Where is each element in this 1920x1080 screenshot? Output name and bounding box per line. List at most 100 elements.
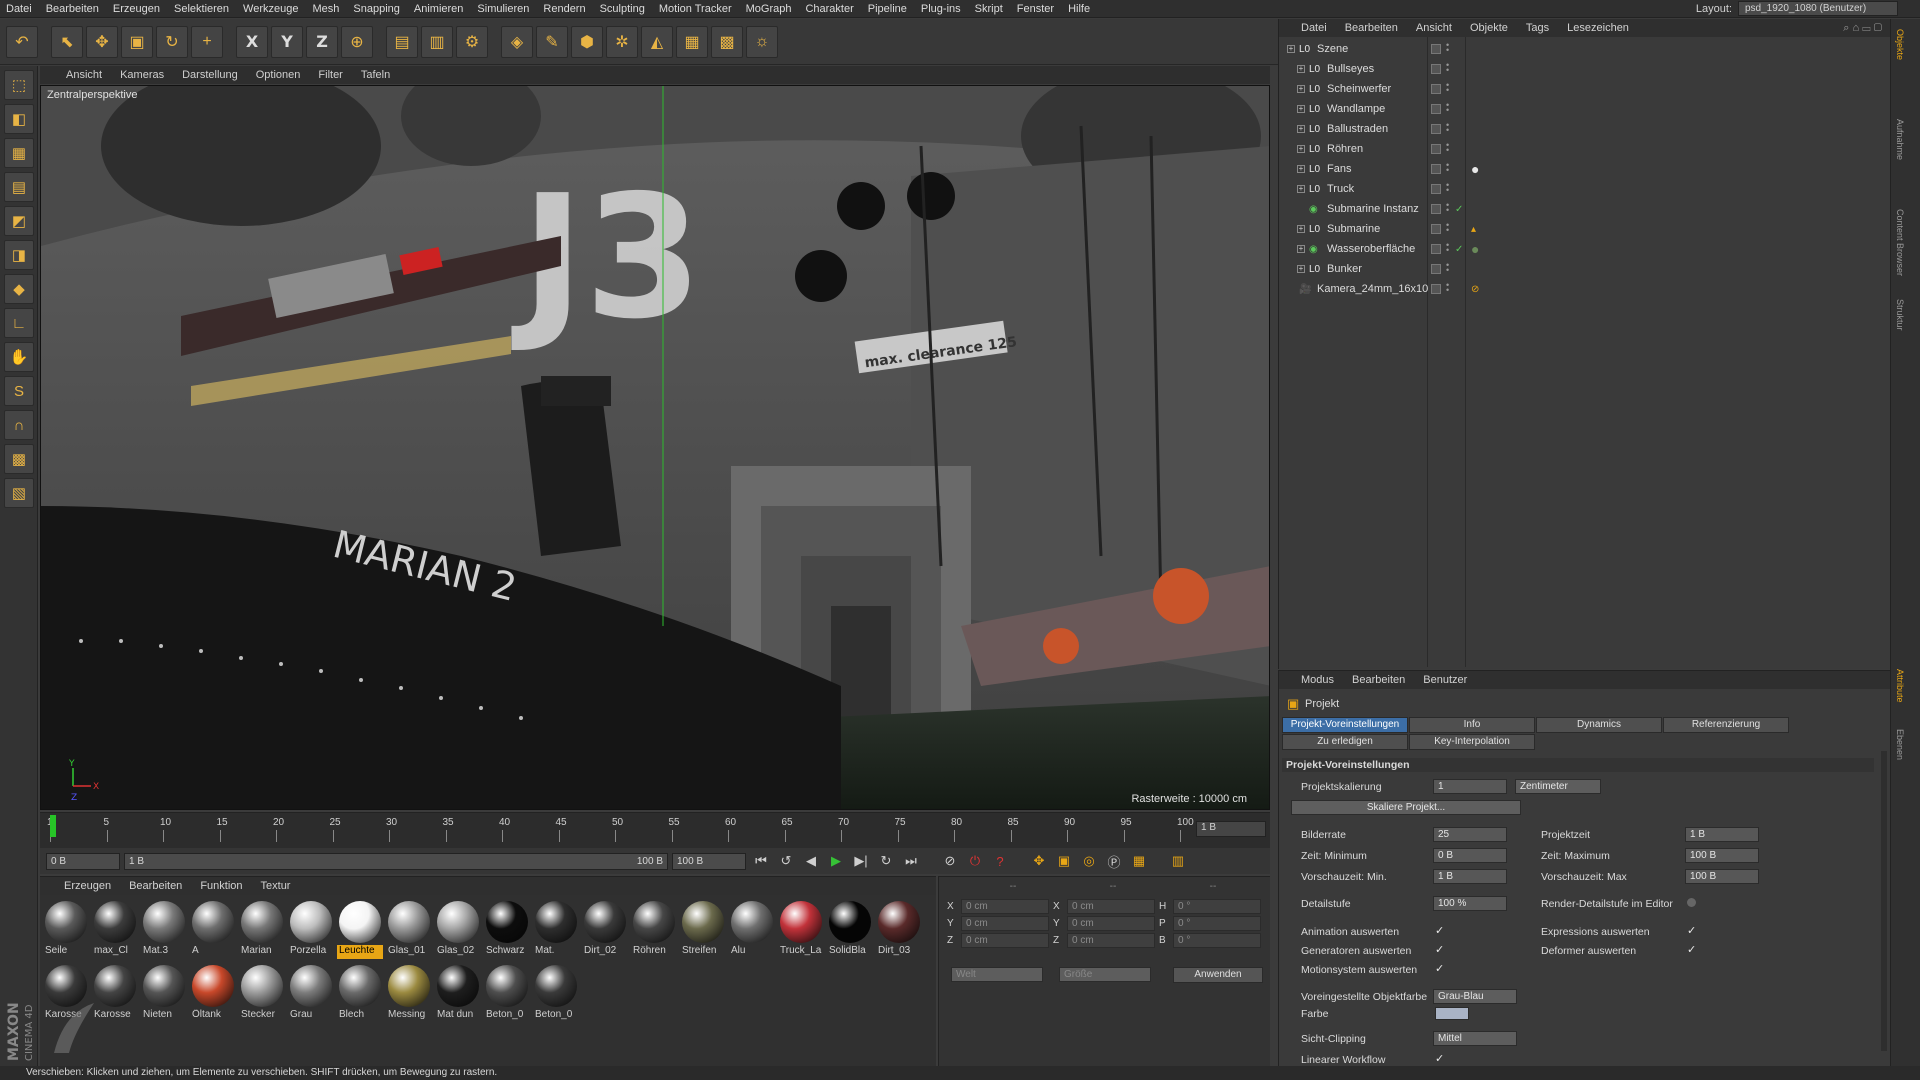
edges-mode-icon[interactable]: ◨	[4, 240, 34, 270]
key-scale-icon[interactable]: ▣	[1053, 851, 1075, 871]
objektfarbe-dropdown[interactable]: Grau-Blau	[1433, 989, 1517, 1004]
viewport-menu-filter[interactable]: Filter	[318, 69, 342, 81]
tweak-icon[interactable]: ✋	[4, 342, 34, 372]
auto-keying-icon[interactable]: ⏻	[964, 851, 986, 871]
menu-item-skript[interactable]: Skript	[975, 3, 1003, 15]
unit-dropdown[interactable]: Zentimeter	[1515, 779, 1601, 794]
object-row[interactable]: + L0 Szene • •	[1279, 39, 1891, 59]
timeline-layout-icon[interactable]: ▥	[1167, 851, 1189, 871]
material-item[interactable]: Nieten	[140, 963, 188, 1027]
visibility-dots-icon[interactable]: • •	[1446, 41, 1449, 55]
apply-button[interactable]: Anwenden	[1173, 967, 1263, 983]
expand-toggle-icon[interactable]: +	[1297, 165, 1305, 173]
polygons-mode-icon[interactable]: ◆	[4, 274, 34, 304]
prev-key-icon[interactable]: ↺	[775, 851, 797, 871]
object-row[interactable]: 🎥 Kamera_24mm_16x10 • • ⊘	[1279, 279, 1891, 299]
deformer-icon[interactable]: ◭	[641, 25, 673, 58]
light-icon[interactable]: ☼	[746, 25, 778, 58]
current-frame-field[interactable]: 0 B	[46, 852, 120, 870]
x-axis-icon[interactable]: X	[236, 25, 268, 58]
tab-dynamics[interactable]: Dynamics	[1536, 717, 1662, 733]
go-to-start-icon[interactable]: ⏮	[750, 851, 772, 871]
attribute-menu-modus[interactable]: Modus	[1301, 674, 1334, 686]
visibility-dots-icon[interactable]: • •	[1446, 261, 1449, 275]
object-edit-toggle[interactable]	[1431, 284, 1441, 294]
material-item[interactable]: max_Cl	[91, 899, 139, 963]
expand-toggle-icon[interactable]: +	[1297, 265, 1305, 273]
object-row[interactable]: ◉ Submarine Instanz • • ✓	[1279, 199, 1891, 219]
visibility-dots-icon[interactable]: • •	[1446, 241, 1449, 255]
menu-item-pipeline[interactable]: Pipeline	[868, 3, 907, 15]
menu-item-snapping[interactable]: Snapping	[353, 3, 400, 15]
object-edit-toggle[interactable]	[1431, 124, 1441, 134]
material-item[interactable]: Stecker	[238, 963, 286, 1027]
magnet-icon[interactable]: ∩	[4, 410, 34, 440]
menu-item-plug-ins[interactable]: Plug-ins	[921, 3, 961, 15]
object-menu-bearbeiten[interactable]: Bearbeiten	[1345, 22, 1398, 34]
material-item[interactable]: Grau	[287, 963, 335, 1027]
expand-toggle-icon[interactable]: +	[1297, 225, 1305, 233]
material-menu-bearbeiten[interactable]: Bearbeiten	[129, 880, 182, 892]
menu-item-hilfe[interactable]: Hilfe	[1068, 3, 1090, 15]
object-edit-toggle[interactable]	[1431, 244, 1441, 254]
coord-size-field[interactable]: 0 cm	[1067, 899, 1155, 914]
visibility-dots-icon[interactable]: • •	[1446, 121, 1449, 135]
visibility-dots-icon[interactable]: • •	[1446, 61, 1449, 75]
object-edit-toggle[interactable]	[1431, 144, 1441, 154]
make-editable-icon[interactable]: ⬚	[4, 70, 34, 100]
render-view-icon[interactable]: ▤	[386, 25, 418, 58]
material-item[interactable]: A	[189, 899, 237, 963]
move-icon[interactable]: ✥	[86, 25, 118, 58]
visibility-dots-icon[interactable]: • •	[1446, 141, 1449, 155]
coord-size-field[interactable]: 0 cm	[1067, 933, 1155, 948]
object-menu-ansicht[interactable]: Ansicht	[1416, 22, 1452, 34]
object-row[interactable]: + L0 Ballustraden • •	[1279, 119, 1891, 139]
object-menu-objekte[interactable]: Objekte	[1470, 22, 1508, 34]
frame-ruler[interactable]: 1510152025303540455055606570758085909510…	[47, 817, 1194, 843]
object-menu-lesezeichen[interactable]: Lesezeichen	[1567, 22, 1629, 34]
keyframe-selection-icon[interactable]: ?	[989, 851, 1011, 871]
live-select-icon[interactable]: ⬉	[51, 25, 83, 58]
expand-toggle-icon[interactable]: +	[1297, 85, 1305, 93]
object-edit-toggle[interactable]	[1431, 264, 1441, 274]
menu-item-motion-tracker[interactable]: Motion Tracker	[659, 3, 732, 15]
vorschaumin-field[interactable]: 1 B	[1433, 869, 1507, 884]
rotate-icon[interactable]: ↻	[156, 25, 188, 58]
material-item[interactable]: Porzella	[287, 899, 335, 963]
expand-toggle-icon[interactable]: +	[1297, 65, 1305, 73]
timeline-ruler[interactable]: 1510152025303540455055606570758085909510…	[40, 812, 1270, 848]
model-mode-icon[interactable]: ◧	[4, 104, 34, 134]
object-edit-toggle[interactable]	[1431, 84, 1441, 94]
material-item[interactable]: Mat.3	[140, 899, 188, 963]
material-item[interactable]: Blech	[336, 963, 384, 1027]
bildrate-field[interactable]: 25	[1433, 827, 1507, 842]
coord-size-dropdown[interactable]: Größe	[1059, 967, 1151, 982]
prev-frame-icon[interactable]: ◀	[800, 851, 822, 871]
object-row[interactable]: + L0 Submarine • • ▴	[1279, 219, 1891, 239]
expand-toggle-icon[interactable]: +	[1297, 145, 1305, 153]
vorschaumax-field[interactable]: 100 B	[1685, 869, 1759, 884]
object-edit-toggle[interactable]	[1431, 184, 1441, 194]
floor-icon[interactable]: ▦	[676, 25, 708, 58]
object-row[interactable]: + ◉ Wasseroberfläche • • ✓ ●	[1279, 239, 1891, 259]
material-menu-erzeugen[interactable]: Erzeugen	[64, 880, 111, 892]
coord-pos-field[interactable]: 0 cm	[961, 916, 1049, 931]
menu-item-bearbeiten[interactable]: Bearbeiten	[46, 3, 99, 15]
coord-size-field[interactable]: 0 cm	[1067, 916, 1155, 931]
preview-range-slider[interactable]: 1 B 100 B	[124, 852, 668, 870]
material-item[interactable]: Mat.	[532, 899, 580, 963]
right-tab-content-browser[interactable]: Content Browser	[1895, 209, 1905, 276]
visibility-dots-icon[interactable]: • •	[1446, 81, 1449, 95]
scale-project-button[interactable]: Skaliere Projekt...	[1291, 800, 1521, 815]
next-key-icon[interactable]: ↻	[875, 851, 897, 871]
snap-icon[interactable]: S	[4, 376, 34, 406]
material-item[interactable]: Leuchte	[336, 899, 384, 963]
playhead-marker[interactable]	[50, 815, 56, 837]
material-item[interactable]: Beton_0	[532, 963, 580, 1027]
render-settings-icon[interactable]: ⚙	[456, 25, 488, 58]
menu-item-rendern[interactable]: Rendern	[543, 3, 585, 15]
attribute-menu-benutzer[interactable]: Benutzer	[1423, 674, 1467, 686]
coord-pos-field[interactable]: 0 cm	[961, 899, 1049, 914]
tab-referenzierung[interactable]: Referenzierung	[1663, 717, 1789, 733]
coord-rot-field[interactable]: 0 °	[1173, 899, 1261, 914]
